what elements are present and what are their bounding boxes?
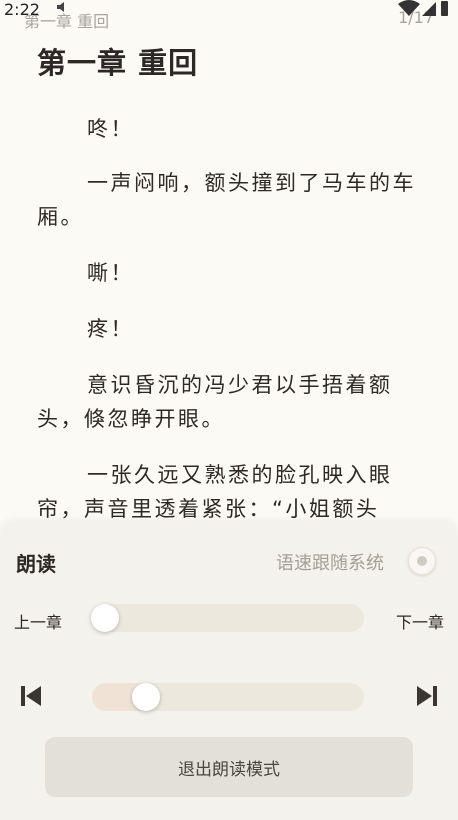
speed-follow-system-toggle[interactable] [408,547,436,575]
paragraph: 咚！ [87,117,134,141]
skip-previous-icon[interactable] [20,685,42,707]
status-bar: 第一章 重回 2:22 1/17 [0,0,458,32]
paragraph: 一声闷响，额头撞到了马车的车厢。 [37,171,416,229]
signal-icon [422,2,436,16]
exit-read-aloud-button[interactable]: 退出朗读模式 [45,737,413,797]
wifi-icon [398,0,420,16]
chapter-progress-slider[interactable] [92,604,364,632]
chapter-progress-thumb[interactable] [91,604,119,632]
next-chapter-button[interactable]: 下一章 [396,609,444,633]
sound-icon [57,2,64,12]
paragraph: 一张久远又熟悉的脸孔映入眼帘，声音里透着紧张：“小姐额头 [37,463,393,521]
paragraph: 意识昏沉的冯少君以手捂着额头，倏忽睁开眼。 [37,373,393,431]
battery-icon [441,1,448,16]
prev-chapter-button[interactable]: 上一章 [14,609,62,633]
toggle-knob [417,556,427,566]
panel-title: 朗读 [16,552,56,576]
read-aloud-panel: 朗读 语速跟随系统 上一章 下一章 退出朗读模式 [0,522,458,820]
paragraph: 嘶！ [87,261,134,285]
paragraph: 疼！ [87,317,134,341]
skip-next-icon[interactable] [416,685,438,707]
status-time: 2:22 [4,0,40,19]
chapter-heading: 第一章 重回 [37,46,199,80]
speed-follow-system-label: 语速跟随系统 [276,553,384,574]
reader-content[interactable]: 第一章 重回 咚！ 一声闷响，额头撞到了马车的车厢。 嘶！ 疼！ 意识昏沉的冯少… [0,32,458,522]
